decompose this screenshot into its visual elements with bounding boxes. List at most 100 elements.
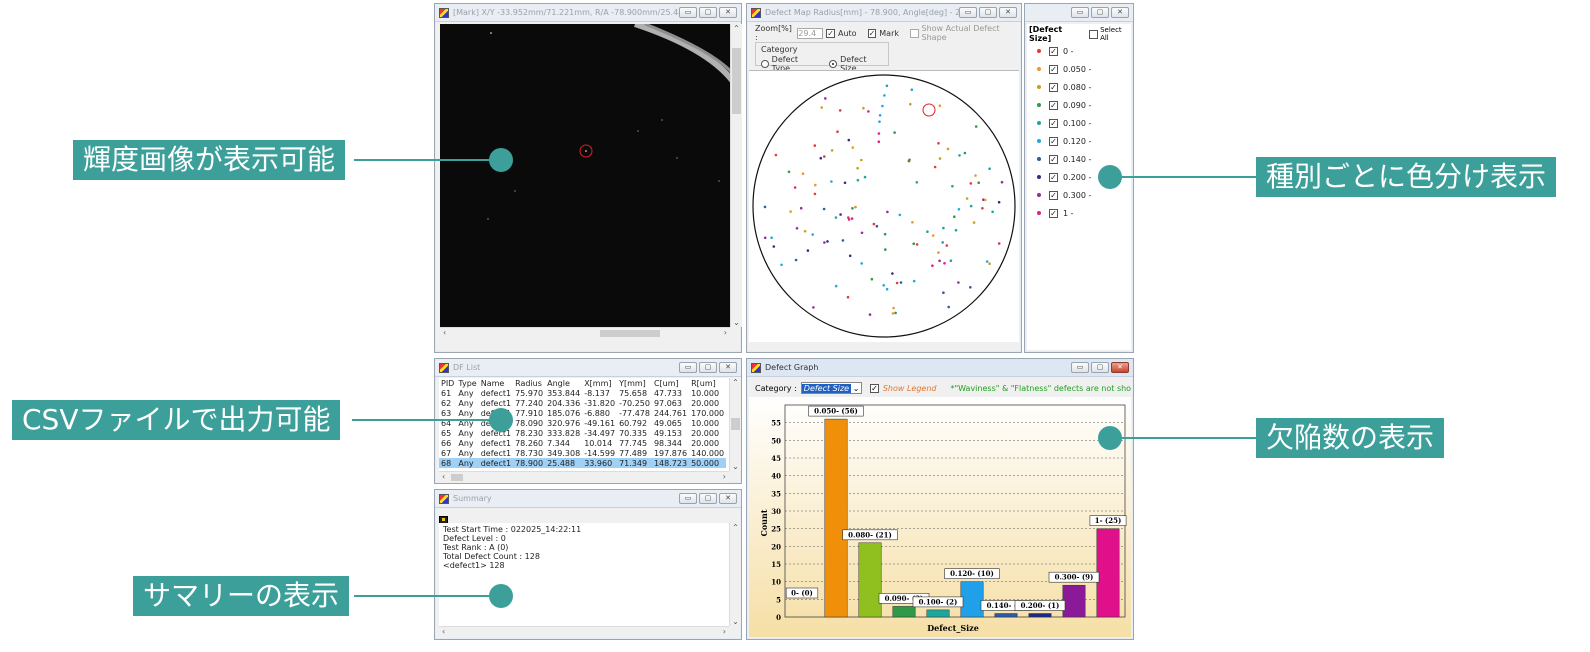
defect-point[interactable] bbox=[894, 311, 897, 315]
legend-item[interactable]: ✓ 1 - bbox=[1027, 204, 1131, 222]
defect-point[interactable] bbox=[847, 218, 851, 221]
defect-point[interactable] bbox=[862, 106, 865, 110]
defect-point[interactable] bbox=[794, 258, 798, 262]
column-header[interactable]: Y[mm] bbox=[617, 378, 652, 388]
defect-point[interactable] bbox=[823, 241, 826, 244]
defect-point[interactable] bbox=[763, 205, 767, 209]
defect-point[interactable] bbox=[843, 181, 847, 185]
legend-checkbox[interactable]: ✓ bbox=[1049, 154, 1058, 164]
defect-point[interactable] bbox=[969, 182, 973, 185]
defect-point[interactable] bbox=[883, 232, 887, 236]
defect-point[interactable] bbox=[909, 102, 912, 106]
defect-point[interactable] bbox=[910, 88, 914, 91]
defect-point[interactable] bbox=[898, 213, 902, 217]
defect-point[interactable] bbox=[789, 210, 792, 213]
defect-point[interactable] bbox=[799, 206, 803, 210]
minimize-button[interactable]: ▭ bbox=[959, 7, 977, 18]
minimize-button[interactable]: ▭ bbox=[1071, 362, 1089, 373]
table-row[interactable]: 63Anydefect177.910185.076-6.880-77.47824… bbox=[439, 408, 726, 418]
defect-point[interactable] bbox=[823, 155, 826, 158]
defect-point[interactable] bbox=[969, 286, 972, 289]
defect-point[interactable] bbox=[851, 146, 855, 149]
defect-point[interactable] bbox=[941, 241, 944, 244]
table-row[interactable]: 66 Any defect1 78.260 7.344 10.014 77.745 98.34… bbox=[439, 438, 726, 448]
defect-point[interactable] bbox=[899, 281, 903, 284]
column-header[interactable]: X[mm] bbox=[582, 378, 617, 388]
legend-titlebar[interactable]: ▭ ▢ ✕ bbox=[1025, 4, 1133, 22]
summary-titlebar[interactable]: Summary ▭ ▢ ✕ bbox=[435, 490, 741, 508]
defect-point[interactable] bbox=[957, 281, 960, 284]
column-header[interactable]: Type bbox=[456, 378, 478, 388]
defect-point[interactable] bbox=[946, 147, 950, 151]
defect-point[interactable] bbox=[848, 254, 852, 258]
defect-point[interactable] bbox=[780, 263, 783, 267]
maximize-button[interactable]: ▢ bbox=[699, 493, 717, 504]
defect-point[interactable] bbox=[958, 154, 961, 157]
maximize-button[interactable]: ▢ bbox=[1091, 362, 1109, 373]
defect-point[interactable] bbox=[881, 104, 884, 108]
defect-point[interactable] bbox=[981, 207, 984, 210]
legend-item[interactable]: ✓ 0.050 - bbox=[1027, 60, 1131, 78]
zoom-input[interactable] bbox=[797, 27, 824, 39]
defect-point[interactable] bbox=[851, 207, 854, 210]
defect-type-radio[interactable] bbox=[761, 60, 769, 68]
show-legend-checkbox[interactable]: ✓ bbox=[870, 383, 879, 393]
defect-point[interactable] bbox=[868, 313, 872, 316]
defect-point[interactable] bbox=[877, 132, 881, 135]
defect-point[interactable] bbox=[938, 157, 942, 160]
defect-point[interactable] bbox=[801, 172, 805, 175]
defect-point[interactable] bbox=[854, 205, 857, 209]
mark-checkbox[interactable]: ✓ bbox=[867, 28, 877, 38]
maximize-button[interactable]: ▢ bbox=[1091, 7, 1109, 18]
defect-point[interactable] bbox=[856, 178, 860, 182]
defect-point[interactable] bbox=[957, 208, 961, 211]
defect-point[interactable] bbox=[803, 229, 807, 233]
chart-bar[interactable] bbox=[858, 542, 882, 618]
maximize-button[interactable]: ▢ bbox=[979, 7, 997, 18]
defect-point[interactable] bbox=[806, 249, 810, 252]
defect-point[interactable] bbox=[863, 175, 867, 179]
defect-point[interactable] bbox=[820, 106, 823, 109]
defect-point[interactable] bbox=[847, 138, 851, 142]
legend-checkbox[interactable]: ✓ bbox=[1049, 46, 1058, 56]
chart-bar[interactable] bbox=[994, 613, 1018, 618]
defect-map-titlebar[interactable]: Defect Map Radius[mm] - 78.900, Angle[de… bbox=[747, 4, 1021, 22]
defect-point[interactable] bbox=[834, 284, 838, 288]
defect-point[interactable] bbox=[839, 213, 842, 216]
chart-bar[interactable] bbox=[960, 581, 984, 618]
defect-point[interactable] bbox=[933, 165, 937, 169]
column-header[interactable]: Name bbox=[479, 378, 513, 388]
chart-bar[interactable] bbox=[926, 609, 950, 618]
defect-point[interactable] bbox=[878, 120, 881, 123]
defect-point[interactable] bbox=[965, 197, 969, 200]
df-list-vscroll[interactable]: ⌃ ⌄ bbox=[729, 378, 741, 471]
defect-point[interactable] bbox=[882, 284, 885, 287]
defect-point[interactable] bbox=[974, 174, 977, 177]
summary-hscroll[interactable]: ‹ › bbox=[439, 626, 729, 638]
table-row[interactable]: 61 Any defect1 75.970 353.844 -8.137 75.658 47.… bbox=[439, 388, 726, 398]
defect-point[interactable] bbox=[841, 239, 845, 242]
defect-point[interactable] bbox=[942, 226, 945, 230]
defect-point[interactable] bbox=[954, 228, 958, 232]
defect-point[interactable] bbox=[814, 183, 817, 187]
defect-point[interactable] bbox=[895, 281, 899, 285]
df-list-titlebar[interactable]: DF List ▭ ▢ ✕ bbox=[435, 359, 741, 377]
camera-window-titlebar[interactable]: [Mark] X/Y -33.952mm/71.221mm, R/A -78.9… bbox=[435, 4, 741, 22]
select-all-checkbox[interactable] bbox=[1089, 29, 1099, 39]
maximize-button[interactable]: ▢ bbox=[699, 362, 717, 373]
close-button[interactable]: ✕ bbox=[719, 493, 737, 504]
close-button[interactable]: ✕ bbox=[1111, 7, 1129, 18]
defect-point[interactable] bbox=[908, 158, 911, 162]
defect-point[interactable] bbox=[772, 245, 776, 248]
defect-point[interactable] bbox=[870, 277, 874, 281]
defect-point[interactable] bbox=[947, 305, 950, 309]
defect-point[interactable] bbox=[774, 153, 778, 157]
defect-point[interactable] bbox=[891, 312, 895, 315]
defect-point[interactable] bbox=[830, 149, 834, 152]
legend-checkbox[interactable]: ✓ bbox=[1049, 208, 1058, 218]
legend-item[interactable]: ✓ 0 - bbox=[1027, 42, 1131, 60]
chart-bar[interactable] bbox=[1028, 613, 1052, 618]
legend-checkbox[interactable]: ✓ bbox=[1049, 64, 1058, 74]
minimize-button[interactable]: ▭ bbox=[679, 362, 697, 373]
defect-point[interactable] bbox=[937, 251, 940, 254]
